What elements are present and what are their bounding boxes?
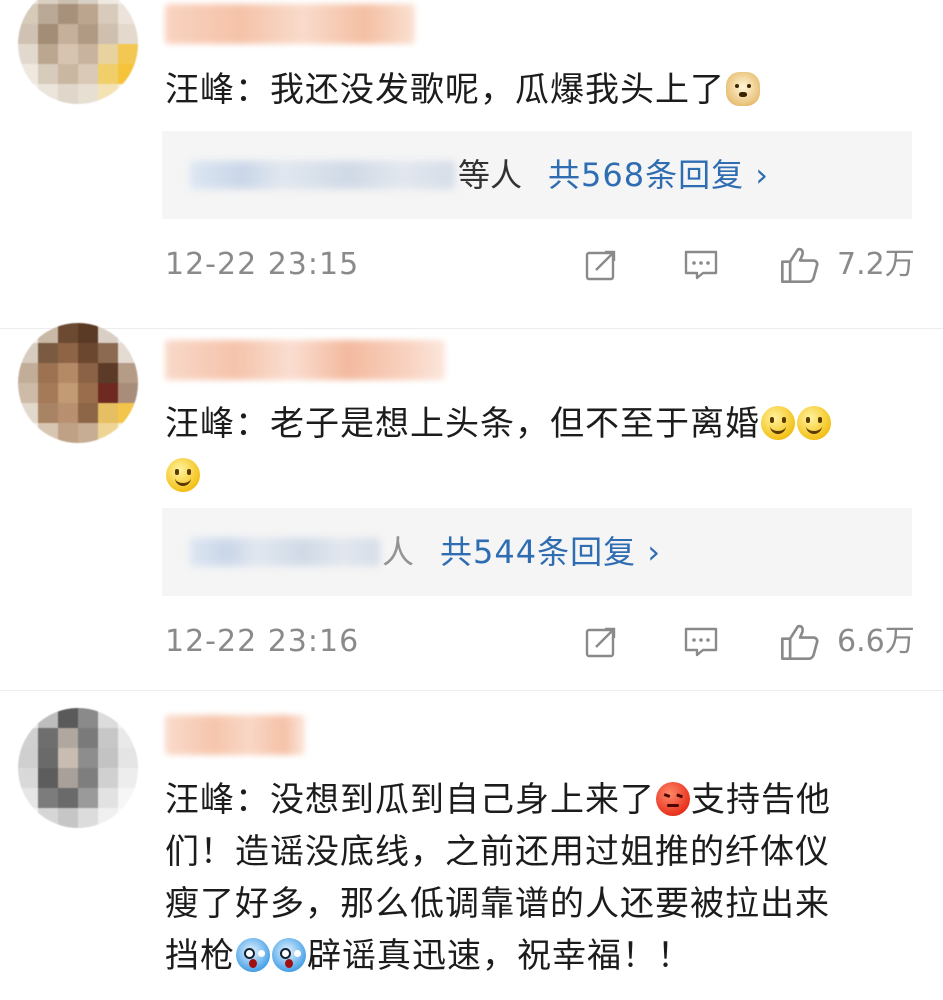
reply-preview[interactable]: 等人 共568条回复 › <box>162 131 912 219</box>
divider <box>0 690 943 691</box>
reply-users-blurred <box>190 161 455 189</box>
reply-users-blurred <box>190 538 380 566</box>
smile-emoji-icon <box>166 458 200 492</box>
scream-emoji-icon <box>236 938 270 972</box>
like-count: 6.6万 <box>837 624 915 659</box>
avatar[interactable] <box>18 708 138 828</box>
doge-emoji-icon <box>726 72 760 106</box>
avatar[interactable] <box>18 323 138 443</box>
repost-icon[interactable] <box>583 624 619 660</box>
reply-count-link[interactable]: 共568条回复 › <box>548 153 769 197</box>
angry-emoji-icon <box>656 782 690 816</box>
smile-emoji-icon <box>797 406 831 440</box>
reply-suffix: 人 <box>382 533 415 571</box>
username-blurred[interactable] <box>165 4 415 44</box>
comment-text: 汪峰：老子是想上头条，但不至于离婚 <box>165 398 915 502</box>
comment-text: 汪峰：没想到瓜到自己身上来了 支持告他 们！造谣没底线，之前还用过姐推的纤体仪 瘦… <box>165 780 831 976</box>
avatar[interactable] <box>18 0 138 104</box>
reply-preview[interactable]: 人 共544条回复 › <box>162 508 912 596</box>
comment-meta: 12-22 23:15 7.2万 <box>165 243 915 287</box>
comment-icon[interactable] <box>683 247 719 283</box>
username-blurred[interactable] <box>165 340 445 380</box>
username-blurred[interactable] <box>165 715 305 755</box>
scream-emoji-icon <box>272 938 306 972</box>
like-count: 7.2万 <box>837 247 915 282</box>
repost-icon[interactable] <box>583 247 619 283</box>
comment-meta: 12-22 23:16 6.6万 <box>165 620 915 664</box>
timestamp: 12-22 23:15 <box>165 247 360 282</box>
comment-text: 汪峰：我还没发歌呢，瓜爆我头上了 <box>165 64 915 116</box>
reply-count-link[interactable]: 共544条回复 › <box>440 530 661 574</box>
thumbs-up-icon[interactable] <box>779 245 819 285</box>
reply-suffix: 等人 <box>458 156 523 194</box>
thumbs-up-icon[interactable] <box>779 622 819 662</box>
smile-emoji-icon <box>761 406 795 440</box>
timestamp: 12-22 23:16 <box>165 624 360 659</box>
divider <box>0 328 943 329</box>
comment-icon[interactable] <box>683 624 719 660</box>
